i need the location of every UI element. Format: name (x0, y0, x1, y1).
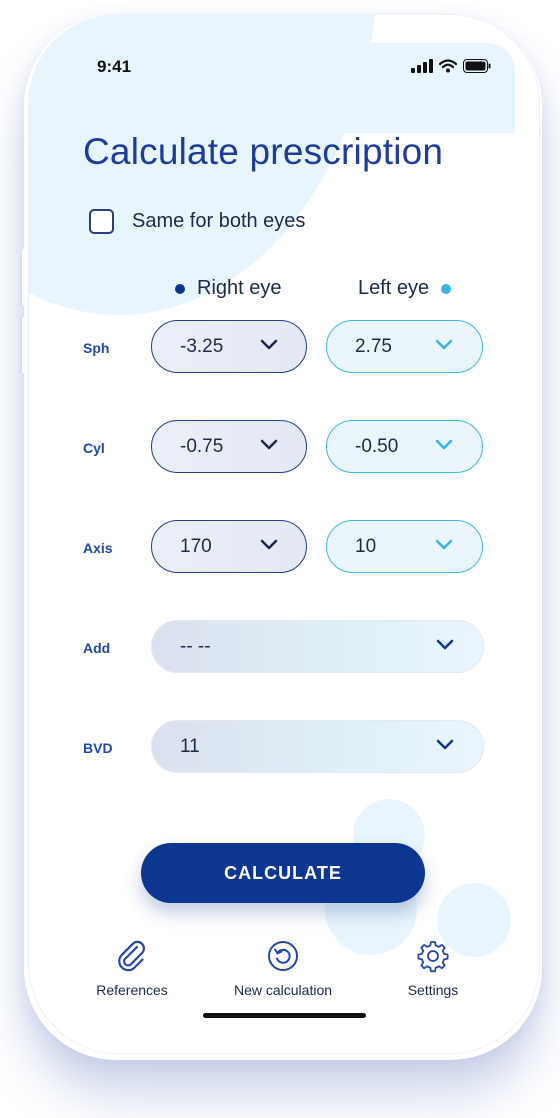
chevron-down-icon (435, 339, 453, 350)
nav-references-label: References (96, 982, 168, 998)
add-label: Add (83, 640, 111, 656)
bvd-select[interactable]: 11 (151, 720, 484, 773)
nav-references[interactable]: References (90, 939, 174, 998)
axis-left-value: 10 (355, 535, 377, 557)
chevron-down-icon (260, 539, 278, 550)
nav-settings[interactable]: Settings (393, 939, 473, 998)
chevron-down-icon (435, 539, 453, 550)
wifi-icon (439, 59, 457, 73)
add-select[interactable]: -- -- (151, 620, 484, 673)
background-shape (285, 43, 515, 133)
phone-screen: 9:41 Calculate prescription Same for bot… (28, 14, 540, 1054)
sph-right-value: -3.25 (180, 335, 224, 357)
chevron-down-icon (260, 439, 278, 450)
chevron-down-icon (435, 439, 453, 450)
paperclip-icon (118, 940, 145, 972)
calculate-button[interactable]: CALCULATE (141, 843, 425, 903)
gear-icon (417, 941, 449, 973)
signal-icon (411, 59, 433, 73)
page-title: Calculate prescription (83, 131, 444, 172)
nav-new-calculation-label: New calculation (233, 982, 333, 998)
chevron-down-icon (436, 739, 454, 750)
right-eye-header: Right eye (175, 277, 282, 300)
left-eye-dot-icon (441, 283, 452, 294)
bvd-value: 11 (180, 735, 200, 757)
add-value: -- -- (180, 635, 211, 657)
left-eye-label: Left eye (358, 277, 430, 299)
nav-settings-label: Settings (407, 982, 459, 998)
sph-left-select[interactable]: 2.75 (326, 320, 483, 373)
status-time: 9:41 (97, 57, 132, 76)
left-eye-header: Left eye (358, 277, 452, 300)
sph-label: Sph (83, 340, 110, 356)
chevron-down-icon (260, 339, 278, 350)
cyl-label: Cyl (83, 440, 105, 456)
cyl-left-value: -0.50 (355, 435, 399, 457)
right-eye-label: Right eye (197, 277, 282, 299)
status-icons (411, 59, 491, 73)
bvd-label: BVD (83, 740, 113, 756)
refresh-icon (268, 941, 298, 971)
axis-right-value: 170 (180, 535, 212, 557)
cyl-right-value: -0.75 (180, 435, 224, 457)
cyl-right-select[interactable]: -0.75 (151, 420, 307, 473)
battery-icon (463, 59, 491, 73)
sph-right-select[interactable]: -3.25 (151, 320, 307, 373)
axis-left-select[interactable]: 10 (326, 520, 483, 573)
axis-right-select[interactable]: 170 (151, 520, 307, 573)
sph-left-value: 2.75 (355, 335, 392, 357)
axis-label: Axis (83, 540, 113, 556)
chevron-down-icon (436, 639, 454, 650)
home-indicator (203, 1013, 366, 1018)
same-for-both-label[interactable]: Same for both eyes (132, 210, 305, 233)
same-for-both-checkbox[interactable] (89, 209, 114, 234)
right-eye-dot-icon (175, 283, 185, 294)
nav-new-calculation[interactable]: New calculation (223, 939, 343, 998)
cyl-left-select[interactable]: -0.50 (326, 420, 483, 473)
